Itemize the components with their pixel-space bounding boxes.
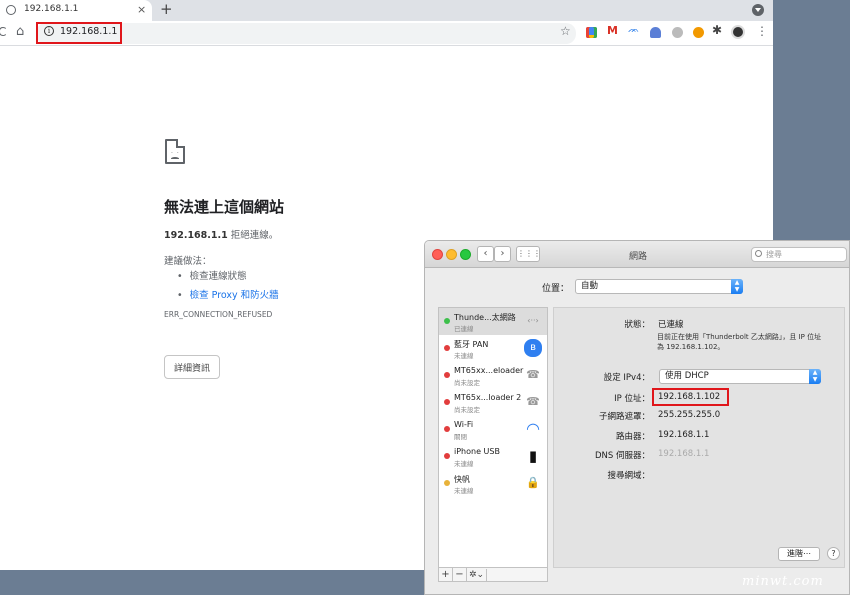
proxy-firewall-link[interactable]: 檢查 Proxy 和防火牆 xyxy=(190,290,279,301)
service-status: 尚未設定 xyxy=(454,379,480,387)
service-list-footer: + − ✲⌄ xyxy=(438,567,548,582)
service-status: 關閉 xyxy=(454,433,467,441)
subnet-value: 255.255.255.0 xyxy=(658,410,721,420)
new-tab-button[interactable]: + xyxy=(160,0,173,18)
reload-icon[interactable]: C xyxy=(0,25,6,39)
status-dot-red xyxy=(444,345,450,351)
router-value: 192.168.1.1 xyxy=(658,430,710,440)
status-dot-yellow xyxy=(444,480,450,486)
pumpkin-extension-icon[interactable] xyxy=(693,27,704,38)
google-extension-icon[interactable] xyxy=(586,27,597,38)
service-name: 快帆 xyxy=(454,475,470,484)
watermark: minwt.com xyxy=(742,574,824,589)
search-domain-label: 搜尋網域： xyxy=(607,471,650,481)
ipv4-config-select[interactable]: 使用 DHCP ▲ ▼ xyxy=(659,369,821,384)
router-label: 路由器： xyxy=(615,432,650,442)
help-button[interactable]: ? xyxy=(827,547,840,560)
status-dot-red xyxy=(444,372,450,378)
browser-toolbar: C ⌂ i 192.168.1.1 ☆ M ᨏ ✱ ⋮ xyxy=(0,21,773,46)
ip-address-label: IP 位址： xyxy=(614,394,650,404)
status-value: 已連線 xyxy=(658,320,684,330)
status-dot-red xyxy=(444,426,450,432)
cloud-extension-icon[interactable]: ᨏ xyxy=(628,25,639,36)
ipv4-value: 使用 DHCP xyxy=(665,371,709,381)
kebab-menu-icon[interactable]: ⋮ xyxy=(756,24,768,38)
service-name: iPhone USB xyxy=(454,447,500,456)
remove-service-button[interactable]: − xyxy=(453,568,467,581)
service-item-bluetooth[interactable]: 藍牙 PAN 未連線 ʙ xyxy=(439,335,547,362)
puzzle-extensions-icon[interactable]: ✱ xyxy=(712,23,722,37)
service-status: 未連線 xyxy=(454,352,474,360)
status-dot-red xyxy=(444,399,450,405)
popup-arrows-icon: ▲ ▼ xyxy=(809,369,821,384)
browser-tab[interactable]: 192.168.1.1 × xyxy=(0,0,152,21)
status-dot-red xyxy=(444,453,450,459)
search-input[interactable]: 搜尋 xyxy=(751,247,847,262)
network-preferences-window: ‹ › ⋮⋮⋮ 網路 搜尋 位置： 自動 ▲ ▼ Thunde...太網路 已連線… xyxy=(424,240,850,595)
error-host: 192.168.1.1 xyxy=(164,230,228,241)
gmail-extension-icon[interactable]: M xyxy=(607,24,618,37)
location-label: 位置： xyxy=(542,284,570,294)
user-extension-icon[interactable] xyxy=(650,27,661,38)
ipv4-label: 設定 IPv4： xyxy=(603,373,650,383)
add-service-button[interactable]: + xyxy=(439,568,453,581)
profile-avatar[interactable] xyxy=(731,25,745,39)
service-status: 尚未設定 xyxy=(454,406,480,414)
tab-close-icon[interactable]: × xyxy=(137,3,146,16)
dns-value: 192.168.1.1 xyxy=(658,449,710,459)
advanced-button[interactable]: 進階⋯ xyxy=(778,547,820,561)
details-button[interactable]: 詳細資訊 xyxy=(164,355,220,379)
error-code: ERR_CONNECTION_REFUSED xyxy=(164,310,273,319)
service-status: 已連線 xyxy=(454,325,474,333)
service-name: MT65x...loader 2 xyxy=(454,393,522,402)
subnet-label: 子網路遮罩： xyxy=(598,412,650,422)
window-titlebar: ‹ › ⋮⋮⋮ 網路 搜尋 xyxy=(425,241,849,268)
suggestion-heading: 建議做法： xyxy=(164,256,212,267)
service-status: 未連線 xyxy=(454,487,474,495)
suggestion-item[interactable]: 檢查 Proxy 和防火牆 xyxy=(177,287,279,301)
gear-icon[interactable]: ✲⌄ xyxy=(467,569,487,582)
service-name: Thunde...太網路 xyxy=(454,313,516,322)
location-select[interactable]: 自動 ▲ ▼ xyxy=(575,279,743,294)
url-highlight-box xyxy=(36,22,122,44)
search-placeholder: 搜尋 xyxy=(766,250,782,259)
bookmark-star-icon[interactable]: ☆ xyxy=(560,24,571,38)
tab-title: 192.168.1.1 xyxy=(24,4,79,14)
search-icon xyxy=(755,250,762,257)
error-host-line: 192.168.1.1 拒絕連線。 xyxy=(164,227,278,241)
status-dot-green xyxy=(444,318,450,324)
error-title: 無法連上這個網站 xyxy=(164,198,285,216)
service-name: MT65xx...eloader xyxy=(454,366,524,375)
gray-extension-icon[interactable] xyxy=(672,27,683,38)
ip-highlight-box xyxy=(652,388,729,406)
service-status: 未連線 xyxy=(454,460,474,468)
suggestion-list: 檢查連線狀態 檢查 Proxy 和防火牆 xyxy=(177,268,279,306)
home-icon[interactable]: ⌂ xyxy=(16,24,24,39)
error-host-suffix: 拒絕連線。 xyxy=(227,230,279,241)
popup-arrows-icon: ▲ ▼ xyxy=(731,279,743,294)
globe-icon xyxy=(6,5,16,15)
tab-strip: 192.168.1.1 × + xyxy=(0,0,773,21)
dns-label: DNS 伺服器： xyxy=(594,451,650,461)
status-label: 狀態： xyxy=(624,320,650,330)
status-note: 目前正在使用「Thunderbolt 乙太網路」，且 IP 位址為 192.16… xyxy=(657,333,822,351)
suggestion-item: 檢查連線狀態 xyxy=(177,268,279,282)
service-name: Wi-Fi xyxy=(454,420,474,429)
tab-search-icon[interactable] xyxy=(752,4,764,16)
service-name: 藍牙 PAN xyxy=(454,340,489,349)
sad-page-icon: ·· xyxy=(165,139,185,164)
bluetooth-icon: ʙ xyxy=(524,339,542,357)
location-value: 自動 xyxy=(581,281,599,291)
